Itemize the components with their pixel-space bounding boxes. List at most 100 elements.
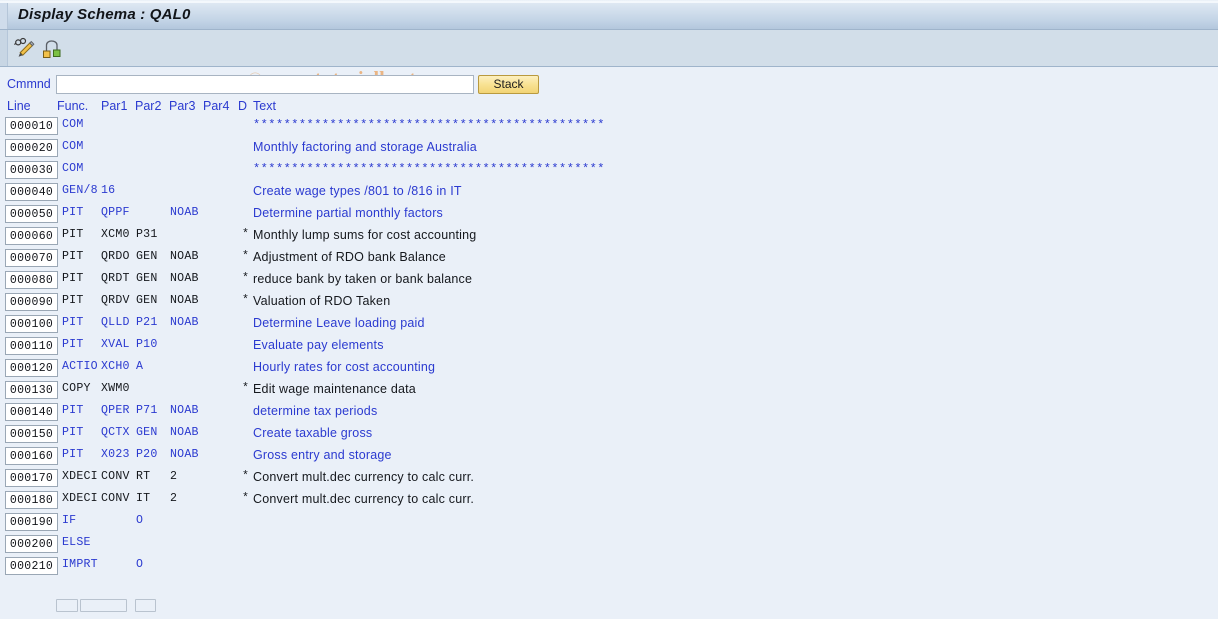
table-row: IF O <box>0 512 1218 534</box>
cell-func: PIT <box>62 206 84 219</box>
horizontal-scrollbar[interactable] <box>0 592 1218 619</box>
cell-func: PIT <box>62 338 84 351</box>
cell-text: Convert mult.dec currency to calc curr. <box>253 492 475 506</box>
scrollbar-left-arrow[interactable] <box>56 599 78 612</box>
cell-par3: NOAB <box>170 426 199 439</box>
cell-text: Hourly rates for cost accounting <box>253 360 436 374</box>
line-number-input[interactable] <box>5 205 58 223</box>
display-change-pencil-icon[interactable] <box>12 36 36 60</box>
line-number-input[interactable] <box>5 381 58 399</box>
cell-par1: XWM0 <box>101 382 130 395</box>
line-number-input[interactable] <box>5 557 58 575</box>
line-number-input[interactable] <box>5 293 58 311</box>
cell-text: Create taxable gross <box>253 426 373 440</box>
line-number-input[interactable] <box>5 491 58 509</box>
line-number-input[interactable] <box>5 139 58 157</box>
column-header-par2: Par2 <box>135 99 162 113</box>
cell-par2: P21 <box>136 316 158 329</box>
line-number-input[interactable] <box>5 271 58 289</box>
stack-button[interactable]: Stack <box>478 75 539 94</box>
line-number-input[interactable] <box>5 183 58 201</box>
cell-func: ACTIO <box>62 360 98 373</box>
column-header-text: Text <box>253 99 276 113</box>
structure-hierarchy-icon[interactable] <box>40 36 64 60</box>
cell-func: PIT <box>62 448 84 461</box>
line-number-input[interactable] <box>5 425 58 443</box>
table-row: PIT QRDO GEN NOAB *Adjustment of RDO bank Ba… <box>0 248 1218 270</box>
table-row: PIT QPER P71 NOAB determine tax periods <box>0 402 1218 424</box>
toolbar-left-stub <box>0 30 8 66</box>
cell-text: Adjustment of RDO bank Balance <box>253 250 446 264</box>
cell-text: Determine Leave loading paid <box>253 316 425 330</box>
table-row: PIT QRDV GEN NOAB *Valuation of RDO Taken <box>0 292 1218 314</box>
table-row: IMPRT O <box>0 556 1218 578</box>
cell-par2: GEN <box>136 250 158 263</box>
line-number-input[interactable] <box>5 359 58 377</box>
cell-text: Evaluate pay elements <box>253 338 384 352</box>
column-header-par4: Par4 <box>203 99 230 113</box>
line-number-input[interactable] <box>5 161 58 179</box>
cell-func: PIT <box>62 316 84 329</box>
cell-par2: P31 <box>136 228 158 241</box>
table-row: ELSE <box>0 534 1218 556</box>
cell-func: GEN/8 <box>62 184 98 197</box>
cell-func: PIT <box>62 228 84 241</box>
cell-par2: A <box>136 360 144 373</box>
table-row: PIT XCM0 P31 *Monthly lump sums for cost ac… <box>0 226 1218 248</box>
line-number-input[interactable] <box>5 249 58 267</box>
cell-par3: NOAB <box>170 316 199 329</box>
cell-par3: NOAB <box>170 448 199 461</box>
cell-par1: QPER <box>101 404 130 417</box>
cell-text: Convert mult.dec currency to calc curr. <box>253 470 475 484</box>
column-header-func: Func. <box>57 99 89 113</box>
table-row: COM *************************************… <box>0 160 1218 182</box>
line-number-input[interactable] <box>5 403 58 421</box>
table-body: COM*************************************… <box>0 116 1218 578</box>
cell-func: COM <box>62 162 84 175</box>
cell-par2: GEN <box>136 426 158 439</box>
line-number-input[interactable] <box>5 337 58 355</box>
cell-par1: 16 <box>101 184 116 197</box>
line-number-input[interactable] <box>5 513 58 531</box>
cell-text: Monthly lump sums for cost accounting <box>253 228 477 242</box>
line-number-input[interactable] <box>5 535 58 553</box>
table-row: PIT QPPF NOAB Determine partial monthly fac… <box>0 204 1218 226</box>
command-input[interactable] <box>56 75 474 94</box>
cell-par3: NOAB <box>170 294 199 307</box>
table-row: ACTIOXCH0 A Hourly rates for cost accounti… <box>0 358 1218 380</box>
cell-text: Create wage types /801 to /816 in IT <box>253 184 462 198</box>
cell-func: PIT <box>62 294 84 307</box>
line-number-input[interactable] <box>5 117 58 135</box>
command-label: Cmmnd <box>7 77 51 91</box>
cell-par1: QCTX <box>101 426 130 439</box>
cell-text-separator: ****************************************… <box>253 118 605 132</box>
table-row: XDECICONV IT 2 *Convert mult.dec currency t… <box>0 490 1218 512</box>
cell-text: determine tax periods <box>253 404 378 418</box>
cell-d-flag: * <box>242 470 250 483</box>
table-row: PIT QRDT GEN NOAB *reduce bank by taken or b… <box>0 270 1218 292</box>
scrollbar-thumb[interactable] <box>80 599 127 612</box>
cell-d-flag: * <box>242 382 250 395</box>
line-number-input[interactable] <box>5 447 58 465</box>
cell-par1: X023 <box>101 448 130 461</box>
cell-d-flag: * <box>242 228 250 241</box>
cell-d-flag: * <box>242 294 250 307</box>
cell-text: Edit wage maintenance data <box>253 382 416 396</box>
cell-d-flag: * <box>242 492 250 505</box>
line-number-input[interactable] <box>5 315 58 333</box>
line-number-input[interactable] <box>5 469 58 487</box>
cell-par2: GEN <box>136 272 158 285</box>
titlebar-highlight <box>0 1 1218 3</box>
cell-par2: RT <box>136 470 151 483</box>
command-row: Cmmnd Stack <box>0 73 1218 97</box>
cell-par3: 2 <box>170 492 178 505</box>
cell-par1: QRDV <box>101 294 130 307</box>
cell-par2: P20 <box>136 448 158 461</box>
scrollbar-right-arrow[interactable] <box>135 599 156 612</box>
table-row: GEN/816 Create wage types /801 to /816 in… <box>0 182 1218 204</box>
table-row: COM *************************************… <box>0 116 1218 138</box>
column-header-par3: Par3 <box>169 99 196 113</box>
line-number-input[interactable] <box>5 227 58 245</box>
cell-par1: CONV <box>101 470 130 483</box>
cell-par2: O <box>136 514 144 527</box>
